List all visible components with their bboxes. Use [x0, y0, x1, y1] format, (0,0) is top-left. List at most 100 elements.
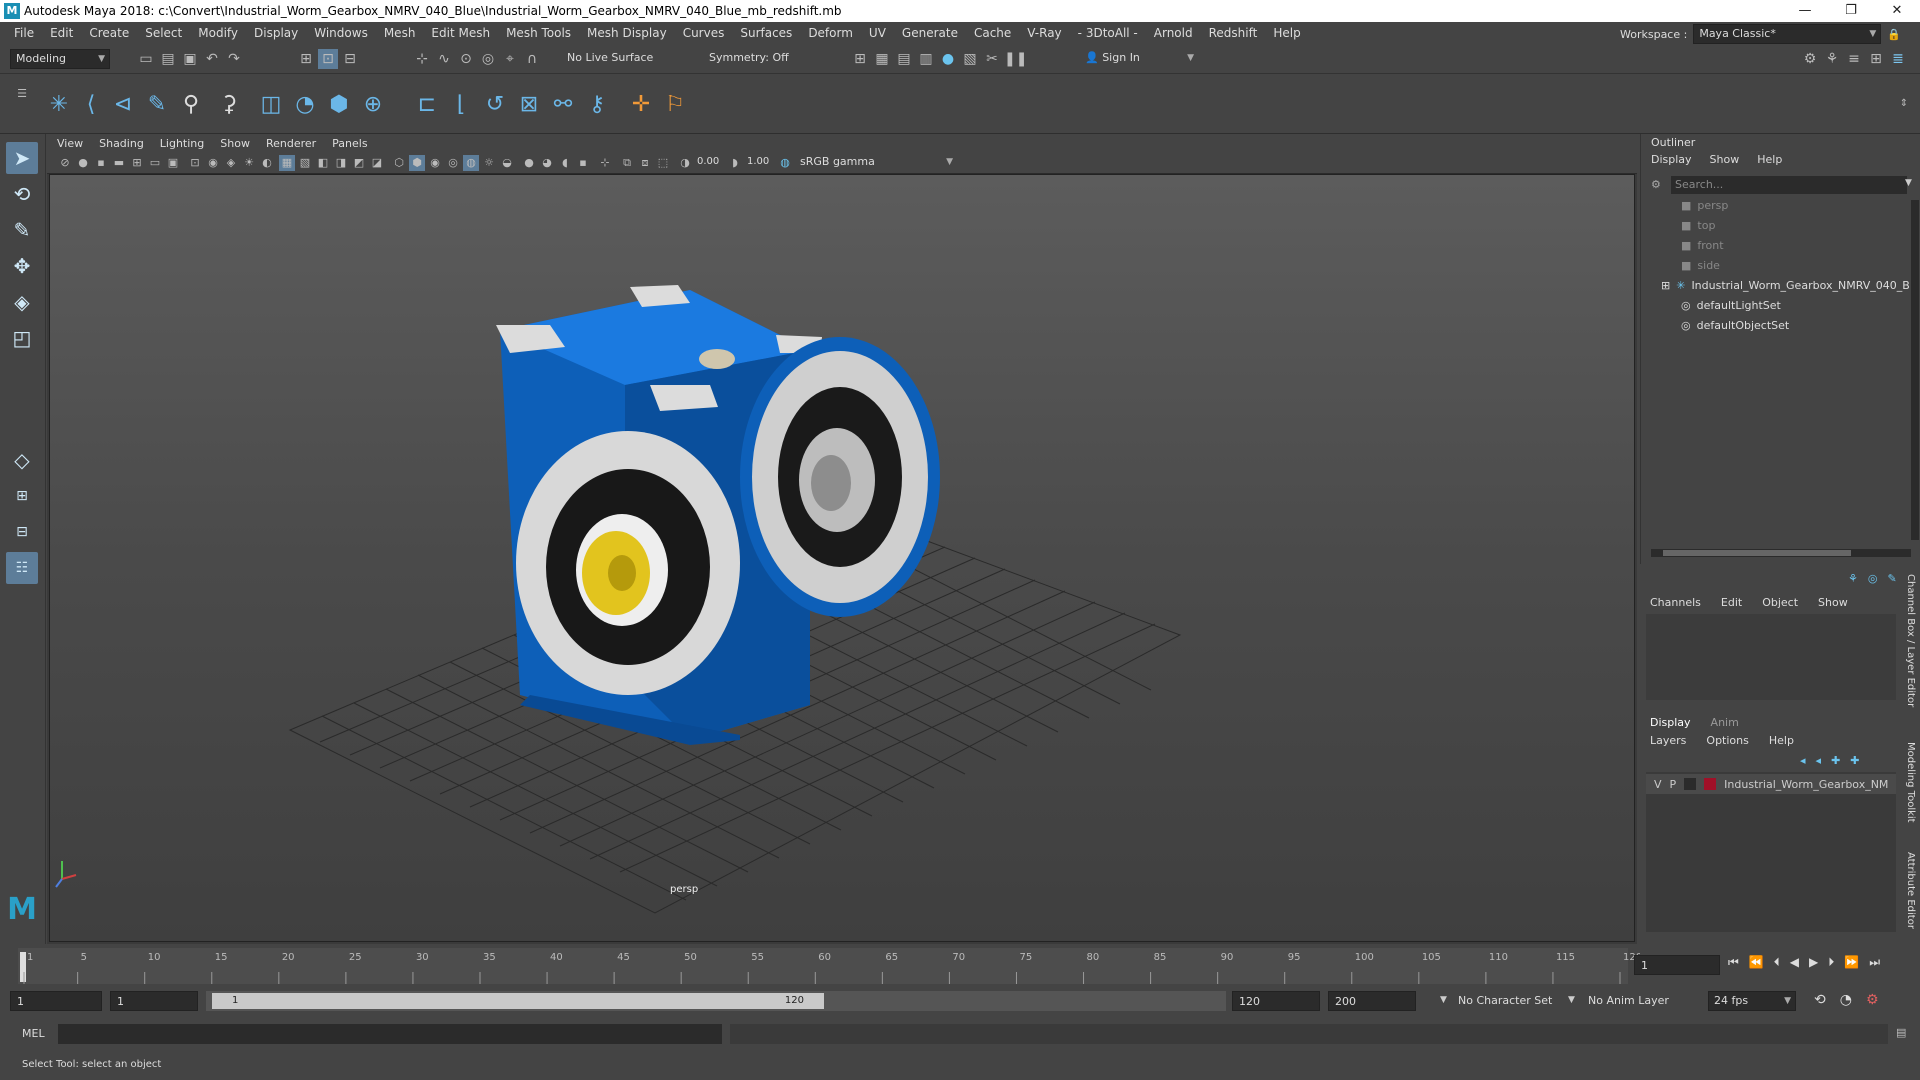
fps-dropdown[interactable]: 24 fps ▼	[1708, 991, 1796, 1011]
hypershade-icon[interactable]: ●	[938, 49, 958, 69]
snap-point-icon[interactable]: ⊙	[456, 49, 476, 69]
poly-cylinder-icon[interactable]: ⬢	[324, 90, 354, 120]
tool-settings-icon[interactable]: ⊞	[1866, 49, 1886, 69]
multi-cut-icon[interactable]: ⊠	[514, 90, 544, 120]
pencil-curve-icon[interactable]: ✎	[142, 90, 172, 120]
viewport-menu-view[interactable]: View	[57, 137, 83, 150]
light-editor-icon[interactable]: ✂	[982, 49, 1002, 69]
step-back-key-icon[interactable]: ⏪	[1749, 955, 1764, 970]
exposure-icon[interactable]: ◑	[677, 155, 693, 171]
attribute-editor-side-tab[interactable]: Attribute Editor	[1905, 852, 1916, 929]
shelf-menu-icon[interactable]: ☰	[12, 84, 32, 104]
snap-view-icon[interactable]: ◎	[478, 49, 498, 69]
select-object-icon[interactable]: ⊡	[318, 49, 338, 69]
select-camera-icon[interactable]: ⊘	[57, 155, 73, 171]
outliner-item-defaultobjectset[interactable]: ◎ defaultObjectSet	[1681, 316, 1789, 334]
outliner-search-input[interactable]: Search...	[1671, 176, 1907, 194]
outliner-menu-display[interactable]: Display	[1651, 153, 1692, 166]
lock-icon[interactable]: 🔒	[1887, 28, 1901, 41]
menu-surfaces[interactable]: Surfaces	[732, 26, 800, 40]
color-space-dropdown[interactable]: sRGB gamma ▼	[795, 154, 957, 172]
animation-end-field[interactable]: 200	[1328, 991, 1416, 1011]
maximize-button[interactable]: ❐	[1828, 0, 1874, 22]
two-view-icon[interactable]: ⊟	[6, 516, 38, 548]
channel-icon-1[interactable]: ⚘	[1848, 572, 1858, 585]
preferences-icon[interactable]: ⚙	[1866, 992, 1879, 1008]
viewport-menu-show[interactable]: Show	[220, 137, 250, 150]
3d-viewport[interactable]: persp	[49, 174, 1635, 942]
pivot-icon[interactable]: ✛	[626, 90, 656, 120]
close-button[interactable]: ✕	[1874, 0, 1920, 22]
menu-select[interactable]: Select	[137, 26, 190, 40]
render-frame-icon[interactable]: ▦	[872, 49, 892, 69]
rotate-tool-icon[interactable]: ◈	[6, 286, 38, 318]
transform-frame-icon[interactable]: ⬚	[655, 155, 671, 171]
channel-box-side-tab[interactable]: Channel Box / Layer Editor	[1905, 574, 1916, 707]
grid-toggle-icon[interactable]: ⊞	[129, 155, 145, 171]
ssao-icon[interactable]: ◨	[333, 155, 349, 171]
camera-attributes-icon[interactable]: ●	[75, 155, 91, 171]
play-backwards-icon[interactable]: ◀	[1790, 955, 1799, 970]
hypershade-toggle-icon[interactable]: ⚘	[1822, 49, 1842, 69]
viewport-menu-lighting[interactable]: Lighting	[160, 137, 204, 150]
backface-icon[interactable]: ◍	[463, 155, 479, 171]
channels-menu-channels[interactable]: Channels	[1650, 596, 1701, 609]
channels-menu-edit[interactable]: Edit	[1721, 596, 1742, 609]
safe-action-icon[interactable]: ⧉	[619, 155, 635, 171]
viewport-menu-panels[interactable]: Panels	[332, 137, 367, 150]
expand-icon[interactable]: ⊞	[1661, 279, 1670, 292]
channels-menu-show[interactable]: Show	[1818, 596, 1848, 609]
loop-icon[interactable]: ⟲	[1814, 992, 1826, 1008]
layer-tab-anim[interactable]: Anim	[1711, 716, 1739, 729]
command-language-label[interactable]: MEL	[22, 1027, 45, 1040]
exposure-value[interactable]: 0.00	[697, 156, 719, 167]
timeline-ruler[interactable]: 1 5 10 15 20 25 30 35 40 45 50 55 60 65 70 75 80 85 90 95 10…	[0, 944, 1640, 986]
chevron-down-icon[interactable]: ▼	[1568, 995, 1575, 1005]
menu-file[interactable]: File	[6, 26, 42, 40]
menu-uv[interactable]: UV	[861, 26, 894, 40]
play-forwards-icon[interactable]: ▶	[1809, 955, 1818, 970]
step-forward-frame-icon[interactable]: ⏵	[1828, 955, 1834, 970]
move-tool-icon[interactable]: ✥	[6, 250, 38, 282]
use-lights-icon[interactable]: ◎	[445, 155, 461, 171]
four-view-icon[interactable]: ⊞	[6, 480, 38, 512]
menu-mesh-tools[interactable]: Mesh Tools	[498, 26, 579, 40]
script-editor-icon[interactable]: ▤	[1896, 1026, 1906, 1039]
new-scene-icon[interactable]: ▭	[136, 49, 156, 69]
motion-blur-icon[interactable]: ◩	[351, 155, 367, 171]
workspace-dropdown[interactable]: Maya Classic* ▼	[1693, 24, 1882, 44]
channel-box-icon[interactable]: ≣	[1888, 49, 1908, 69]
gate-mask-icon[interactable]: ▪	[575, 155, 591, 171]
menu-cache[interactable]: Cache	[966, 26, 1019, 40]
channel-icon-3[interactable]: ✎	[1887, 572, 1896, 585]
joint-tool-icon[interactable]: ⚲	[176, 90, 206, 120]
snap-magnet-icon[interactable]: ∩	[522, 49, 542, 69]
modeling-toolkit-side-tab[interactable]: Modeling Toolkit	[1905, 742, 1916, 823]
menu-display[interactable]: Display	[246, 26, 306, 40]
character-set-dropdown[interactable]: No Character Set	[1458, 994, 1552, 1007]
field-chart-icon[interactable]: ⊹	[597, 155, 613, 171]
menu-vray[interactable]: V-Ray	[1019, 26, 1069, 40]
layer-tab-display[interactable]: Display	[1650, 716, 1691, 729]
default-material-icon[interactable]: ⬢	[409, 155, 425, 171]
depth-peel-icon[interactable]: ☼	[481, 155, 497, 171]
snap-curve-icon[interactable]: ∿	[434, 49, 454, 69]
playback-end-field[interactable]: 120	[1232, 991, 1320, 1011]
outliner-menu-show[interactable]: Show	[1710, 153, 1740, 166]
shelf-scroll-icon[interactable]: ⇕	[1894, 94, 1914, 114]
step-forward-key-icon[interactable]: ⏩	[1844, 955, 1859, 970]
layer-name[interactable]: Industrial_Worm_Gearbox_NM	[1724, 778, 1888, 791]
menu-generate[interactable]: Generate	[894, 26, 966, 40]
redo-icon[interactable]: ↷	[224, 49, 244, 69]
channel-list[interactable]	[1646, 614, 1896, 700]
minimize-button[interactable]: —	[1782, 0, 1828, 22]
scrollbar-thumb[interactable]	[1663, 550, 1851, 556]
viewport-menu-renderer[interactable]: Renderer	[266, 137, 316, 150]
playhead[interactable]	[20, 952, 26, 982]
chevron-down-icon[interactable]: ▼	[1905, 178, 1912, 188]
menu-help[interactable]: Help	[1265, 26, 1308, 40]
modeling-toolkit-icon[interactable]: ⚙	[1800, 49, 1820, 69]
shadows-icon[interactable]: ◐	[259, 155, 275, 171]
new-layer-icon[interactable]: ✚	[1831, 754, 1840, 767]
step-back-frame-icon[interactable]: ⏴	[1774, 955, 1780, 970]
